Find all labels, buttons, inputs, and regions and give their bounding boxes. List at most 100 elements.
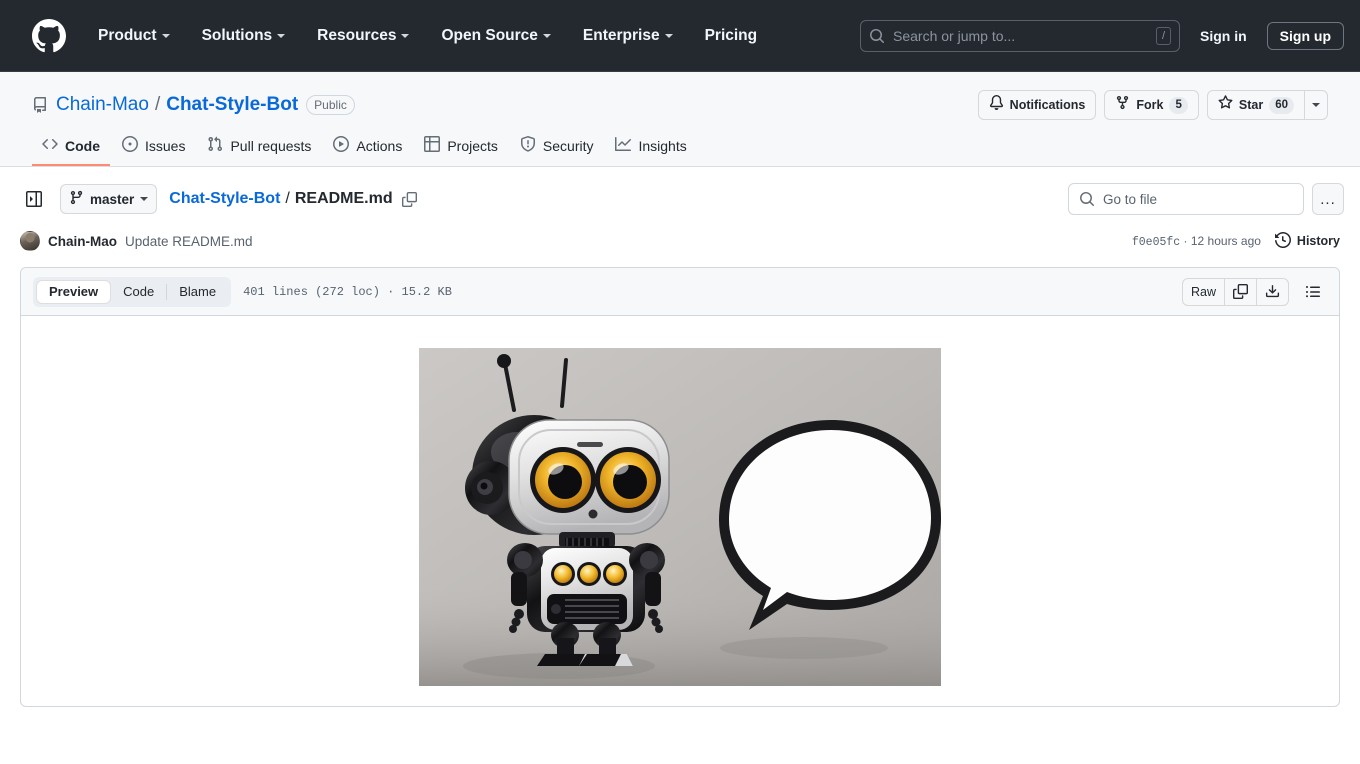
nav-item-label: Pricing <box>704 26 758 44</box>
breadcrumb-separator: / <box>154 94 161 115</box>
table-of-contents-icon[interactable] <box>1299 278 1327 306</box>
nav-item-enterprise[interactable]: Enterprise <box>567 19 689 53</box>
breadcrumb-file-name: README.md <box>294 190 393 207</box>
tab-label: Pull requests <box>230 137 312 154</box>
nav-item-open-source[interactable]: Open Source <box>425 19 566 53</box>
graph-icon <box>615 136 632 155</box>
tab-pull-requests[interactable]: Pull requests <box>197 130 321 166</box>
file-toolbar: Preview Code Blame 401 lines (272 loc) ·… <box>21 268 1339 316</box>
commit-dot: · <box>1183 233 1188 248</box>
star-button[interactable]: Star 60 <box>1206 90 1305 120</box>
sidebar-expand-icon[interactable] <box>20 185 48 213</box>
search-input[interactable]: Search or jump to... / <box>860 19 1180 52</box>
global-header-right: Search or jump to... / Sign in Sign up <box>860 19 1344 52</box>
tab-insights[interactable]: Insights <box>605 130 696 166</box>
view-preview[interactable]: Preview <box>36 279 112 304</box>
history-clock-icon <box>1274 231 1291 251</box>
chevron-down-icon <box>140 197 149 201</box>
copy-icon[interactable] <box>1225 279 1256 305</box>
notifications-label: Notifications <box>1009 98 1086 112</box>
history-link[interactable]: History <box>1274 231 1340 251</box>
git-pull-request-icon <box>207 136 223 155</box>
search-icon <box>1079 191 1095 207</box>
tab-projects[interactable]: Projects <box>414 130 508 166</box>
nav-item-pricing[interactable]: Pricing <box>689 19 774 53</box>
sign-in-link[interactable]: Sign in <box>1192 22 1255 50</box>
robot-with-speech-bubble-image <box>419 348 941 686</box>
shield-icon <box>520 136 536 155</box>
visibility-badge: Public <box>306 95 355 115</box>
view-blame[interactable]: Blame <box>167 280 228 304</box>
star-icon <box>1218 95 1233 115</box>
repo-owner-link[interactable]: Chain-Mao <box>56 94 149 116</box>
nav-item-label: Open Source <box>441 26 538 44</box>
commit-meta-group: f0e05fc · 12 hours ago History <box>1132 231 1340 251</box>
fork-label: Fork <box>1136 98 1164 112</box>
breadcrumb-separator: / <box>285 190 290 207</box>
github-mark-icon[interactable] <box>32 18 66 53</box>
branch-name: master <box>90 191 135 207</box>
tab-label: Issues <box>145 137 186 154</box>
star-dropdown-button[interactable] <box>1305 90 1328 120</box>
branch-selector[interactable]: master <box>60 184 158 214</box>
commit-author[interactable]: Chain-Mao <box>48 234 117 249</box>
nav-item-resources[interactable]: Resources <box>301 19 425 53</box>
nav-item-label: Product <box>98 26 157 44</box>
repo-name-link[interactable]: Chat-Style-Bot <box>166 94 298 116</box>
tab-label: Security <box>542 137 594 154</box>
file-breadcrumb: Chat-Style-Bot / README.md <box>169 190 417 208</box>
tab-issues[interactable]: Issues <box>112 130 195 166</box>
chevron-down-icon <box>277 33 286 38</box>
bell-icon <box>989 95 1004 115</box>
file-view-switcher: Preview Code Blame <box>33 276 232 307</box>
tab-label: Insights <box>638 137 687 154</box>
fork-button[interactable]: Fork 5 <box>1104 90 1199 120</box>
avatar[interactable] <box>20 231 40 251</box>
nav-item-label: Resources <box>317 26 397 44</box>
issue-opened-icon <box>122 136 138 155</box>
tab-code[interactable]: Code <box>32 130 110 166</box>
notifications-button[interactable]: Notifications <box>977 90 1097 120</box>
overflow-menu-button[interactable]: ... <box>1312 183 1344 215</box>
file-nav-right: Go to file ... <box>1068 183 1344 215</box>
git-branch-icon <box>69 190 84 208</box>
star-button-group: Star 60 <box>1206 90 1328 120</box>
repo-forked-icon <box>1115 95 1130 115</box>
nav-item-solutions[interactable]: Solutions <box>186 19 302 53</box>
chevron-down-icon <box>664 33 673 38</box>
code-icon <box>42 136 58 155</box>
search-icon <box>869 28 885 44</box>
tab-actions[interactable]: Actions <box>323 130 412 166</box>
tab-label: Code <box>65 137 100 154</box>
search-placeholder: Search or jump to... <box>893 27 1016 44</box>
nav-item-product[interactable]: Product <box>82 19 186 53</box>
language-selection-line: 请选择您使用的语言 / Please select the language y… <box>413 704 947 706</box>
breadcrumb-repo-link[interactable]: Chat-Style-Bot <box>169 190 280 208</box>
chevron-down-icon <box>161 33 170 38</box>
readme-content: 请选择您使用的语言 / Please select the language y… <box>21 316 1339 706</box>
sign-up-button[interactable]: Sign up <box>1266 21 1344 50</box>
raw-button[interactable]: Raw <box>1183 279 1224 305</box>
star-label: Star <box>1238 98 1264 112</box>
table-icon <box>424 136 441 155</box>
commit-message[interactable]: Update README.md <box>125 234 253 249</box>
repository-tabs: Code Issues Pull requests Actions Projec… <box>32 130 1328 166</box>
view-code[interactable]: Code <box>111 280 166 304</box>
tab-security[interactable]: Security <box>510 130 604 166</box>
tab-label: Projects <box>447 137 498 154</box>
tab-label: Actions <box>356 137 403 154</box>
breadcrumb: Chain-Mao / Chat-Style-Bot <box>56 94 298 116</box>
search-shortcut-badge: / <box>1155 26 1171 45</box>
latest-commit-bar: Chain-Mao Update README.md f0e05fc · 12 … <box>0 231 1360 267</box>
file-navigation-bar: master Chat-Style-Bot / README.md Go to … <box>0 167 1360 231</box>
download-icon[interactable] <box>1257 279 1288 305</box>
repository-actions: Notifications Fork 5 Star 60 <box>977 90 1328 120</box>
repository-title-row: Chain-Mao / Chat-Style-Bot Public Notifi… <box>32 88 1328 122</box>
commit-sha[interactable]: f0e05fc <box>1132 236 1180 249</box>
go-to-file-input[interactable]: Go to file <box>1068 183 1304 215</box>
star-count: 60 <box>1269 96 1294 114</box>
copy-path-icon[interactable] <box>401 191 417 207</box>
file-content-box: Preview Code Blame 401 lines (272 loc) ·… <box>20 267 1340 707</box>
repo-book-icon <box>32 97 48 113</box>
nav-item-label: Solutions <box>201 26 273 44</box>
